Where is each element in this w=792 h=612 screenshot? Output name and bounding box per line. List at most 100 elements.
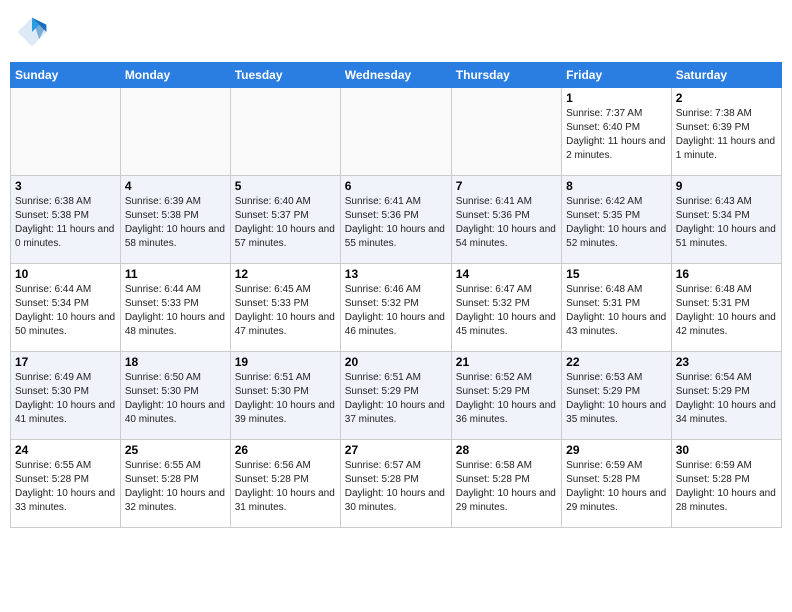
calendar-cell: 29 Sunrise: 6:59 AM Sunset: 5:28 PM Dayli…: [562, 440, 672, 528]
day-number: 27: [345, 443, 447, 457]
calendar-cell: 7Sunrise: 6:41 AM Sunset: 5:36 PM Daylig…: [451, 176, 561, 264]
day-number: 24: [15, 443, 116, 457]
calendar-cell: 18 Sunrise: 6:50 AM Sunset: 5:30 PM Dayli…: [120, 352, 230, 440]
calendar-cell: 16 Sunrise: 6:48 AM Sunset: 5:31 PM Dayli…: [671, 264, 781, 352]
calendar-cell: 28 Sunrise: 6:58 AM Sunset: 5:28 PM Dayli…: [451, 440, 561, 528]
calendar-cell: 12 Sunrise: 6:45 AM Sunset: 5:33 PM Dayli…: [230, 264, 340, 352]
weekday-header: Thursday: [451, 63, 561, 88]
calendar-cell: 14Sunrise: 6:47 AM Sunset: 5:32 PM Dayli…: [451, 264, 561, 352]
day-info: Sunrise: 7:38 AM Sunset: 6:39 PM Dayligh…: [676, 107, 777, 163]
calendar-week-row: 10 Sunrise: 6:44 AM Sunset: 5:34 PM Dayli…: [11, 264, 782, 352]
day-info: Sunrise: 6:44 AM Sunset: 5:33 PM Dayligh…: [125, 283, 226, 339]
day-info: Sunrise: 6:47 AM Sunset: 5:32 PM Dayligh…: [456, 283, 557, 339]
calendar-cell: 15 Sunrise: 6:48 AM Sunset: 5:31 PM Dayli…: [562, 264, 672, 352]
day-info: Sunrise: 6:58 AM Sunset: 5:28 PM Dayligh…: [456, 459, 557, 515]
day-info: Sunrise: 6:54 AM Sunset: 5:29 PM Dayligh…: [676, 371, 777, 427]
calendar-cell: 5 Sunrise: 6:40 AM Sunset: 5:37 PM Daylig…: [230, 176, 340, 264]
calendar-cell: 3 Sunrise: 6:38 AM Sunset: 5:38 PM Daylig…: [11, 176, 121, 264]
day-number: 10: [15, 267, 116, 281]
weekday-header: Wednesday: [340, 63, 451, 88]
day-info: Sunrise: 6:55 AM Sunset: 5:28 PM Dayligh…: [15, 459, 116, 515]
day-info: Sunrise: 6:56 AM Sunset: 5:28 PM Dayligh…: [235, 459, 336, 515]
day-info: Sunrise: 6:51 AM Sunset: 5:29 PM Dayligh…: [345, 371, 447, 427]
day-info: Sunrise: 6:43 AM Sunset: 5:34 PM Dayligh…: [676, 195, 777, 251]
calendar-week-row: 24 Sunrise: 6:55 AM Sunset: 5:28 PM Dayli…: [11, 440, 782, 528]
day-info: Sunrise: 6:57 AM Sunset: 5:28 PM Dayligh…: [345, 459, 447, 515]
day-number: 12: [235, 267, 336, 281]
day-info: Sunrise: 6:50 AM Sunset: 5:30 PM Dayligh…: [125, 371, 226, 427]
day-info: Sunrise: 6:38 AM Sunset: 5:38 PM Dayligh…: [15, 195, 116, 251]
calendar-cell: 10 Sunrise: 6:44 AM Sunset: 5:34 PM Dayli…: [11, 264, 121, 352]
day-info: Sunrise: 6:44 AM Sunset: 5:34 PM Dayligh…: [15, 283, 116, 339]
day-number: 30: [676, 443, 777, 457]
day-number: 11: [125, 267, 226, 281]
calendar-cell: 9 Sunrise: 6:43 AM Sunset: 5:34 PM Daylig…: [671, 176, 781, 264]
day-number: 26: [235, 443, 336, 457]
day-info: Sunrise: 6:48 AM Sunset: 5:31 PM Dayligh…: [566, 283, 667, 339]
weekday-header: Friday: [562, 63, 672, 88]
calendar-cell: [451, 88, 561, 176]
calendar-cell: [120, 88, 230, 176]
day-number: 15: [566, 267, 667, 281]
calendar-cell: 17Sunrise: 6:49 AM Sunset: 5:30 PM Dayli…: [11, 352, 121, 440]
day-number: 28: [456, 443, 557, 457]
calendar-week-row: 17Sunrise: 6:49 AM Sunset: 5:30 PM Dayli…: [11, 352, 782, 440]
day-info: Sunrise: 6:48 AM Sunset: 5:31 PM Dayligh…: [676, 283, 777, 339]
day-info: Sunrise: 6:55 AM Sunset: 5:28 PM Dayligh…: [125, 459, 226, 515]
calendar-cell: [340, 88, 451, 176]
calendar-cell: 8 Sunrise: 6:42 AM Sunset: 5:35 PM Daylig…: [562, 176, 672, 264]
day-number: 8: [566, 179, 667, 193]
calendar-cell: 27 Sunrise: 6:57 AM Sunset: 5:28 PM Dayli…: [340, 440, 451, 528]
day-info: Sunrise: 6:40 AM Sunset: 5:37 PM Dayligh…: [235, 195, 336, 251]
day-info: Sunrise: 6:52 AM Sunset: 5:29 PM Dayligh…: [456, 371, 557, 427]
weekday-header: Saturday: [671, 63, 781, 88]
day-number: 16: [676, 267, 777, 281]
day-number: 19: [235, 355, 336, 369]
day-number: 3: [15, 179, 116, 193]
day-number: 21: [456, 355, 557, 369]
day-info: Sunrise: 6:46 AM Sunset: 5:32 PM Dayligh…: [345, 283, 447, 339]
calendar-cell: [11, 88, 121, 176]
day-number: 20: [345, 355, 447, 369]
day-info: Sunrise: 7:37 AM Sunset: 6:40 PM Dayligh…: [566, 107, 667, 163]
day-number: 7: [456, 179, 557, 193]
logo: [14, 14, 54, 50]
calendar-cell: [230, 88, 340, 176]
day-info: Sunrise: 6:51 AM Sunset: 5:30 PM Dayligh…: [235, 371, 336, 427]
calendar-cell: 25Sunrise: 6:55 AM Sunset: 5:28 PM Dayli…: [120, 440, 230, 528]
day-number: 9: [676, 179, 777, 193]
day-info: Sunrise: 6:59 AM Sunset: 5:28 PM Dayligh…: [676, 459, 777, 515]
calendar-cell: 19 Sunrise: 6:51 AM Sunset: 5:30 PM Dayli…: [230, 352, 340, 440]
calendar-cell: 6 Sunrise: 6:41 AM Sunset: 5:36 PM Daylig…: [340, 176, 451, 264]
logo-icon: [14, 14, 50, 50]
calendar-cell: 13 Sunrise: 6:46 AM Sunset: 5:32 PM Dayli…: [340, 264, 451, 352]
day-info: Sunrise: 6:49 AM Sunset: 5:30 PM Dayligh…: [15, 371, 116, 427]
day-info: Sunrise: 6:53 AM Sunset: 5:29 PM Dayligh…: [566, 371, 667, 427]
day-number: 29: [566, 443, 667, 457]
weekday-header: Tuesday: [230, 63, 340, 88]
calendar-week-row: 1 Sunrise: 7:37 AM Sunset: 6:40 PM Daylig…: [11, 88, 782, 176]
day-number: 6: [345, 179, 447, 193]
day-number: 5: [235, 179, 336, 193]
calendar-cell: 1 Sunrise: 7:37 AM Sunset: 6:40 PM Daylig…: [562, 88, 672, 176]
day-number: 4: [125, 179, 226, 193]
calendar-cell: 22 Sunrise: 6:53 AM Sunset: 5:29 PM Dayli…: [562, 352, 672, 440]
day-number: 22: [566, 355, 667, 369]
calendar-cell: 26 Sunrise: 6:56 AM Sunset: 5:28 PM Dayli…: [230, 440, 340, 528]
day-number: 1: [566, 91, 667, 105]
calendar-header-row: SundayMondayTuesdayWednesdayThursdayFrid…: [11, 63, 782, 88]
day-info: Sunrise: 6:45 AM Sunset: 5:33 PM Dayligh…: [235, 283, 336, 339]
day-number: 23: [676, 355, 777, 369]
day-info: Sunrise: 6:59 AM Sunset: 5:28 PM Dayligh…: [566, 459, 667, 515]
day-number: 13: [345, 267, 447, 281]
calendar-cell: 2Sunrise: 7:38 AM Sunset: 6:39 PM Daylig…: [671, 88, 781, 176]
day-info: Sunrise: 6:41 AM Sunset: 5:36 PM Dayligh…: [345, 195, 447, 251]
calendar-cell: 4 Sunrise: 6:39 AM Sunset: 5:38 PM Daylig…: [120, 176, 230, 264]
calendar-cell: 11 Sunrise: 6:44 AM Sunset: 5:33 PM Dayli…: [120, 264, 230, 352]
day-number: 18: [125, 355, 226, 369]
calendar-table: SundayMondayTuesdayWednesdayThursdayFrid…: [10, 62, 782, 528]
day-info: Sunrise: 6:39 AM Sunset: 5:38 PM Dayligh…: [125, 195, 226, 251]
weekday-header: Monday: [120, 63, 230, 88]
day-info: Sunrise: 6:42 AM Sunset: 5:35 PM Dayligh…: [566, 195, 667, 251]
calendar-cell: 21 Sunrise: 6:52 AM Sunset: 5:29 PM Dayli…: [451, 352, 561, 440]
